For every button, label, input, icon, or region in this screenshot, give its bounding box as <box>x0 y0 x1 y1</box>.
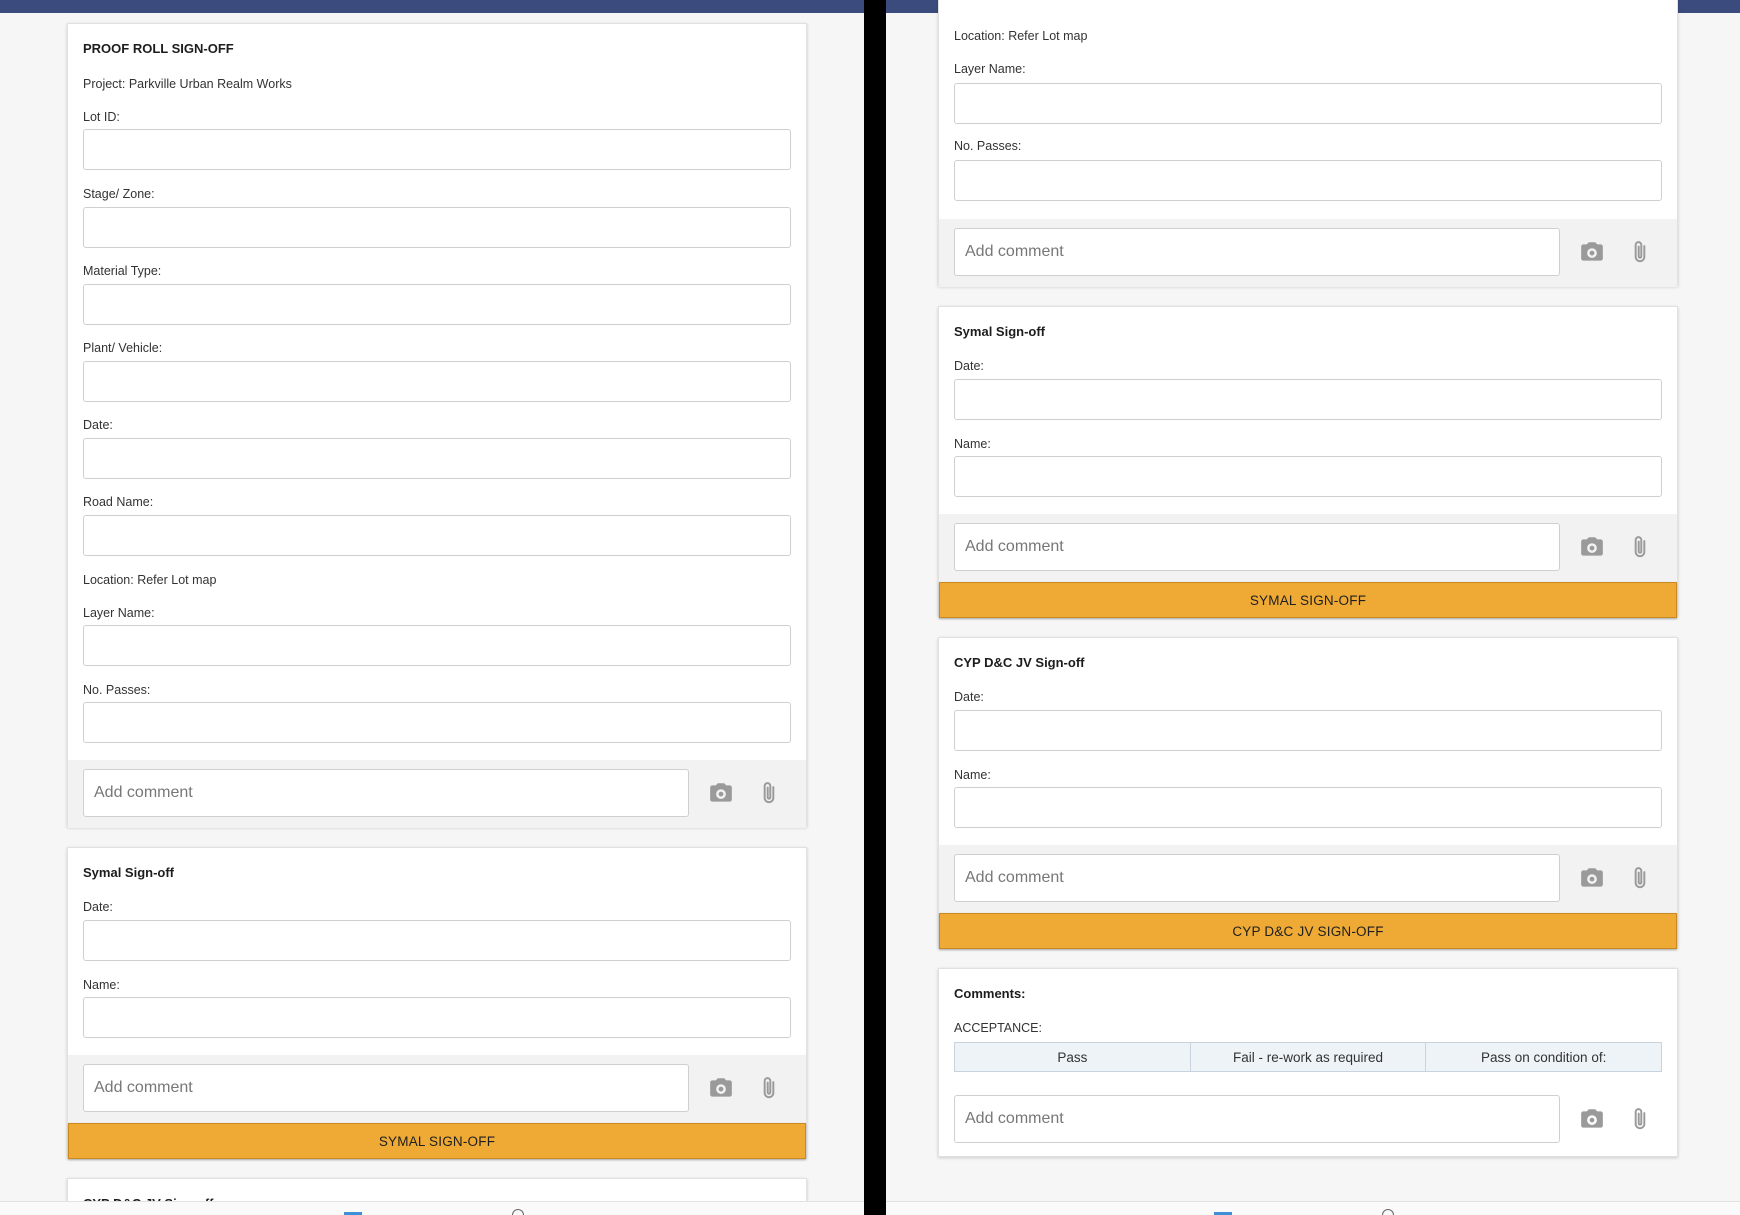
app-top-bar <box>0 0 864 13</box>
symal-title: Symal Sign-off <box>83 865 175 880</box>
symal-date-label: Date: <box>83 900 113 914</box>
bottom-nav-bar <box>0 1201 864 1215</box>
layer-name-input[interactable] <box>954 83 1662 124</box>
layer-name-input[interactable] <box>83 625 791 666</box>
acceptance-options: Pass Fail - re-work as required Pass on … <box>954 1042 1662 1072</box>
comment-input[interactable]: Add comment <box>954 854 1560 902</box>
plant-vehicle-label: Plant/ Vehicle: <box>83 341 163 355</box>
comment-placeholder: Add comment <box>965 1110 1064 1127</box>
road-name-label: Road Name: <box>83 495 154 509</box>
symal-date-input[interactable] <box>954 379 1662 420</box>
material-type-input[interactable] <box>83 284 791 325</box>
camera-icon[interactable] <box>1579 239 1605 265</box>
symal-signoff-card: Symal Sign-off Date: Name: Add comment S… <box>938 306 1678 618</box>
proof-roll-card: PROOF ROLL SIGN-OFF Project: Parkville U… <box>67 23 807 828</box>
stage-zone-label: Stage/ Zone: <box>83 187 155 201</box>
bottom-nav-bar <box>886 1201 1740 1215</box>
comment-bar: Add comment <box>939 219 1677 287</box>
comment-placeholder: Add comment <box>965 538 1064 555</box>
comment-input[interactable]: Add comment <box>83 769 689 817</box>
acceptance-option-conditional[interactable]: Pass on condition of: <box>1426 1043 1661 1071</box>
comment-input[interactable]: Add comment <box>954 1095 1560 1143</box>
nav-circle-icon[interactable] <box>1382 1209 1394 1215</box>
paperclip-icon[interactable] <box>756 780 782 806</box>
comments-card: Comments: ACCEPTANCE: Pass Fail - re-wor… <box>938 968 1678 1157</box>
comment-placeholder: Add comment <box>94 784 193 801</box>
camera-icon[interactable] <box>1579 865 1605 891</box>
comment-placeholder: Add comment <box>965 243 1064 260</box>
location-text: Location: Refer Lot map <box>954 29 1088 43</box>
paperclip-icon[interactable] <box>1627 239 1653 265</box>
symal-date-label: Date: <box>954 359 984 373</box>
paperclip-icon[interactable] <box>1627 1106 1653 1132</box>
camera-icon[interactable] <box>1579 534 1605 560</box>
comment-bar: Add comment <box>68 760 806 828</box>
symal-title: Symal Sign-off <box>954 324 1046 339</box>
cyp-title: CYP D&C JV Sign-off <box>954 655 1085 670</box>
paperclip-icon[interactable] <box>756 1075 782 1101</box>
cyp-date-input[interactable] <box>954 710 1662 751</box>
paperclip-icon[interactable] <box>1627 865 1653 891</box>
symal-name-input[interactable] <box>83 997 791 1038</box>
cyp-name-label: Name: <box>954 768 991 782</box>
acceptance-option-fail[interactable]: Fail - re-work as required <box>1191 1043 1427 1071</box>
comment-placeholder: Add comment <box>94 1079 193 1096</box>
comment-bar: Add comment <box>68 1055 806 1123</box>
date-input[interactable] <box>83 438 791 479</box>
proof-roll-card-continued: Location: Refer Lot map Layer Name: No. … <box>938 0 1678 287</box>
form-title: PROOF ROLL SIGN-OFF <box>83 41 234 56</box>
symal-name-input[interactable] <box>954 456 1662 497</box>
no-passes-input[interactable] <box>954 160 1662 201</box>
stage-zone-input[interactable] <box>83 207 791 248</box>
left-pane: PROOF ROLL SIGN-OFF Project: Parkville U… <box>0 0 864 1215</box>
symal-signoff-card: Symal Sign-off Date: Name: Add comment S… <box>67 847 807 1159</box>
location-text: Location: Refer Lot map <box>83 573 217 587</box>
no-passes-label: No. Passes: <box>83 683 151 697</box>
symal-signoff-button[interactable]: SYMAL SIGN-OFF <box>939 582 1677 618</box>
lot-id-label: Lot ID: <box>83 110 120 124</box>
camera-icon[interactable] <box>708 1075 734 1101</box>
project-text: Project: Parkville Urban Realm Works <box>83 77 292 91</box>
acceptance-label: ACCEPTANCE: <box>954 1021 1042 1035</box>
layer-name-label: Layer Name: <box>954 62 1026 76</box>
symal-date-input[interactable] <box>83 920 791 961</box>
comment-placeholder: Add comment <box>965 869 1064 886</box>
cyp-signoff-card: CYP D&C JV Sign-off Date: Name: Add comm… <box>938 637 1678 949</box>
plant-vehicle-input[interactable] <box>83 361 791 402</box>
lot-id-input[interactable] <box>83 129 791 170</box>
right-pane: Location: Refer Lot map Layer Name: No. … <box>886 0 1740 1215</box>
acceptance-option-pass[interactable]: Pass <box>955 1043 1191 1071</box>
cyp-signoff-button[interactable]: CYP D&C JV SIGN-OFF <box>939 913 1677 949</box>
cyp-date-label: Date: <box>954 690 984 704</box>
camera-icon[interactable] <box>708 780 734 806</box>
comment-bar: Add comment <box>939 514 1677 582</box>
no-passes-input[interactable] <box>83 702 791 743</box>
comment-bar: Add comment <box>939 1086 1677 1154</box>
no-passes-label: No. Passes: <box>954 139 1022 153</box>
symal-name-label: Name: <box>954 437 991 451</box>
road-name-input[interactable] <box>83 515 791 556</box>
comment-input[interactable]: Add comment <box>954 228 1560 276</box>
nav-circle-icon[interactable] <box>512 1209 524 1215</box>
cyp-name-input[interactable] <box>954 787 1662 828</box>
comments-title: Comments: <box>954 986 1026 1001</box>
camera-icon[interactable] <box>1579 1106 1605 1132</box>
paperclip-icon[interactable] <box>1627 534 1653 560</box>
comment-input[interactable]: Add comment <box>83 1064 689 1112</box>
layer-name-label: Layer Name: <box>83 606 155 620</box>
comment-input[interactable]: Add comment <box>954 523 1560 571</box>
symal-signoff-button[interactable]: SYMAL SIGN-OFF <box>68 1123 806 1159</box>
symal-name-label: Name: <box>83 978 120 992</box>
comment-bar: Add comment <box>939 845 1677 913</box>
material-type-label: Material Type: <box>83 264 162 278</box>
date-label: Date: <box>83 418 113 432</box>
